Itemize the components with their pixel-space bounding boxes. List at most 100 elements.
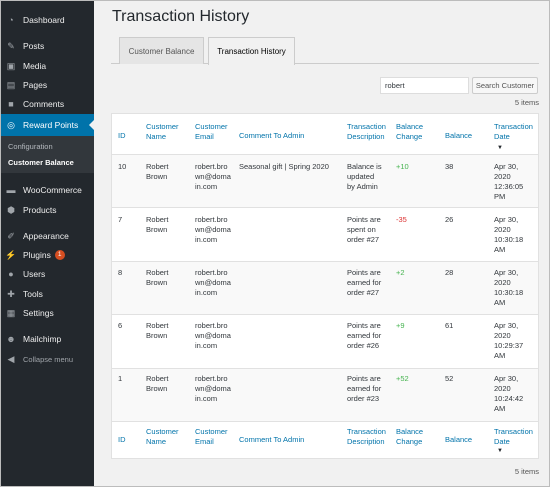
- cell-date: Apr 30, 2020 10:30:18 AM: [494, 215, 524, 254]
- sidebar-item-label: Collapse menu: [23, 354, 74, 364]
- column-header-transaction-date[interactable]: Transaction Date: [494, 122, 533, 142]
- column-footer-balance-change[interactable]: Balance Change: [396, 427, 423, 447]
- user-icon: ●: [8, 269, 14, 279]
- cell-email: robert.bro wn@doma in.com: [195, 162, 231, 191]
- woo-icon: ▬: [6, 185, 16, 195]
- tab-bar: Customer Balance Transaction History: [111, 37, 539, 65]
- footer-divider: [112, 421, 538, 422]
- cell-balance: 26: [445, 215, 454, 224]
- cell-id: 6: [118, 321, 123, 330]
- sidebar-item-comments[interactable]: ■ Comments: [1, 95, 94, 113]
- sidebar-item-mailchimp[interactable]: ☻ Mailchimp: [1, 330, 94, 348]
- sidebar-item-reward-points[interactable]: ◎ Reward Points: [1, 114, 94, 136]
- cell-description: Points are earned for order #26: [347, 321, 382, 350]
- mailchimp-icon: ☻: [6, 334, 16, 344]
- sidebar-item-settings[interactable]: ▦ Settings: [1, 304, 94, 322]
- sidebar-item-tools[interactable]: ✚ Tools: [1, 285, 94, 303]
- column-header-description[interactable]: Transaction Description: [347, 122, 386, 142]
- sidebar-item-label: Dashboard: [23, 15, 65, 25]
- wrench-icon: ✚: [7, 288, 15, 299]
- page-title: Transaction History: [112, 8, 250, 25]
- cell-id: 1: [118, 374, 123, 383]
- sidebar-item-label: Pages: [23, 80, 48, 90]
- search-icon: ◎: [7, 119, 15, 130]
- sidebar-item-dashboard[interactable]: ◔ Dashboard: [1, 11, 94, 29]
- sort-desc-icon: ▼: [497, 145, 503, 151]
- cell-id: 7: [118, 215, 123, 224]
- sidebar-item-label: Reward Points: [23, 120, 79, 130]
- settings-icon: ▦: [6, 307, 16, 318]
- reward-points-submenu: Configuration Customer Balance: [1, 136, 94, 173]
- cell-description: Points are earned for order #27: [347, 268, 382, 297]
- sidebar-item-label: Media: [23, 61, 47, 71]
- cell-date: Apr 30, 2020 10:24:42 AM: [494, 374, 524, 413]
- sidebar-item-users[interactable]: ● Users: [1, 265, 94, 283]
- tab-transaction-history[interactable]: Transaction History: [208, 37, 295, 65]
- column-header-balance[interactable]: Balance: [445, 131, 472, 141]
- sidebar-item-label: WooCommerce: [23, 185, 82, 195]
- sidebar-item-label: Users: [23, 269, 46, 279]
- cell-name: Robert Brown: [146, 374, 169, 393]
- column-footer-customer-email[interactable]: Customer Email: [195, 427, 228, 447]
- plug-icon: ⚡: [5, 249, 17, 260]
- column-header-id[interactable]: ID: [118, 131, 126, 141]
- cell-id: 10: [118, 162, 127, 171]
- cell-email: robert.bro wn@doma in.com: [195, 374, 231, 403]
- column-header-comment[interactable]: Comment To Admin: [239, 131, 304, 141]
- sidebar-item-label: Plugins: [23, 250, 51, 260]
- sidebar-item-label: Appearance: [23, 231, 69, 241]
- admin-sidebar: ◔ Dashboard ✎ Posts ▣ Media ▤ Pages ■ Co…: [1, 1, 94, 486]
- item-count-top: 5 items: [514, 98, 539, 107]
- column-header-balance-change[interactable]: Balance Change: [396, 122, 423, 142]
- sidebar-item-appearance[interactable]: ✐ Appearance: [1, 227, 94, 245]
- active-arrow: [89, 120, 94, 130]
- cell-comment: Seasonal gift | Spring 2020: [239, 162, 329, 171]
- sidebar-item-label: Mailchimp: [23, 334, 62, 344]
- sidebar-item-label: Posts: [23, 41, 45, 51]
- collapse-menu-button[interactable]: ◀ Collapse menu: [1, 350, 94, 368]
- column-footer-balance[interactable]: Balance: [445, 435, 472, 445]
- sidebar-item-label: Products: [23, 205, 57, 215]
- sidebar-item-woocommerce[interactable]: ▬ WooCommerce: [1, 181, 94, 199]
- cell-description: Points are earned for order #23: [347, 374, 382, 403]
- table-row: [112, 208, 538, 261]
- cell-email: robert.bro wn@doma in.com: [195, 321, 231, 350]
- column-footer-id[interactable]: ID: [118, 435, 126, 445]
- sidebar-item-label: Settings: [23, 308, 54, 318]
- column-header-customer-email[interactable]: Customer Email: [195, 122, 228, 142]
- table-row: [112, 262, 538, 314]
- dashboard-icon: ◔: [8, 15, 14, 25]
- sidebar-item-posts[interactable]: ✎ Posts: [1, 37, 94, 55]
- search-input[interactable]: [380, 77, 469, 94]
- submenu-customer-balance[interactable]: Customer Balance: [8, 158, 74, 167]
- collapse-icon: ◀: [7, 353, 15, 364]
- media-icon: ▣: [6, 60, 16, 71]
- column-footer-description[interactable]: Transaction Description: [347, 427, 386, 447]
- tab-customer-balance[interactable]: Customer Balance: [119, 37, 204, 64]
- table-row: [112, 369, 538, 421]
- sidebar-item-pages[interactable]: ▤ Pages: [1, 76, 94, 94]
- search-customer-button[interactable]: Search Customer: [472, 77, 538, 94]
- cell-email: robert.bro wn@doma in.com: [195, 215, 231, 244]
- sidebar-item-media[interactable]: ▣ Media: [1, 57, 94, 75]
- sidebar-item-products[interactable]: ⬢ Products: [1, 201, 94, 219]
- column-footer-comment[interactable]: Comment To Admin: [239, 435, 304, 445]
- table-row: [112, 315, 538, 368]
- cell-date: Apr 30, 2020 10:29:37 AM: [494, 321, 524, 360]
- pin-icon: ✎: [7, 40, 15, 51]
- cell-balance-change: +2: [396, 268, 405, 277]
- submenu-configuration[interactable]: Configuration: [8, 142, 53, 151]
- sidebar-item-label: Tools: [23, 289, 43, 299]
- cell-balance-change: +52: [396, 374, 409, 383]
- box-icon: ⬢: [7, 204, 15, 215]
- sidebar-item-plugins[interactable]: ⚡ Plugins 1: [1, 246, 94, 264]
- cell-id: 8: [118, 268, 123, 277]
- column-header-customer-name[interactable]: Customer Name: [146, 122, 179, 142]
- sort-desc-icon: ▼: [497, 448, 503, 454]
- cell-balance: 61: [445, 321, 454, 330]
- cell-balance-change: +10: [396, 162, 409, 171]
- column-footer-transaction-date[interactable]: Transaction Date: [494, 427, 533, 447]
- sidebar-item-label: Comments: [23, 99, 65, 109]
- column-footer-customer-name[interactable]: Customer Name: [146, 427, 179, 447]
- cell-email: robert.bro wn@doma in.com: [195, 268, 231, 297]
